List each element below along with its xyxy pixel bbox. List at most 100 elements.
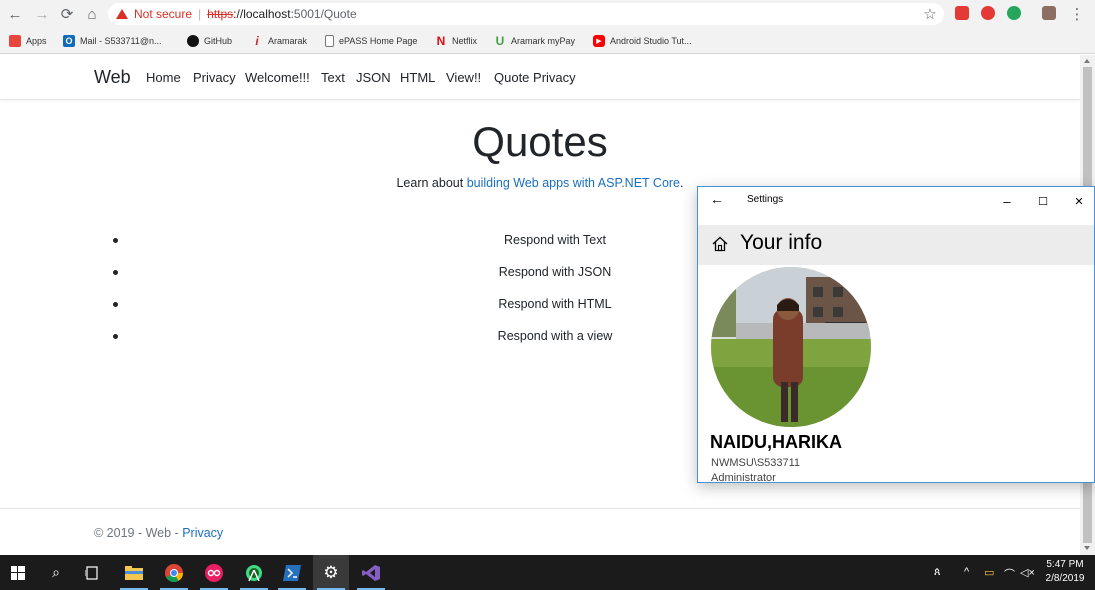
warning-icon bbox=[116, 9, 128, 19]
task-view-glyph bbox=[85, 565, 98, 580]
scroll-down-icon[interactable] bbox=[1084, 546, 1090, 550]
minimize-icon[interactable]: – bbox=[992, 190, 1022, 212]
search-icon[interactable]: ⌕ bbox=[38, 555, 74, 590]
url-host: localhost bbox=[243, 7, 291, 21]
url-path: :5001/Quote bbox=[290, 7, 357, 21]
nav-text[interactable]: Text bbox=[321, 70, 345, 85]
forward-icon[interactable]: → bbox=[32, 4, 52, 24]
oo-glyph bbox=[205, 563, 223, 582]
android-studio-icon[interactable] bbox=[236, 555, 272, 590]
home-icon[interactable]: ⌂ bbox=[82, 4, 102, 24]
bookmark-aramarak[interactable]: i Aramarak bbox=[251, 33, 307, 49]
netflix-icon: N bbox=[436, 34, 446, 48]
system-clock[interactable]: 5:47 PM 2/8/2019 bbox=[1040, 558, 1090, 586]
settings-heading: Your info bbox=[740, 231, 823, 254]
avatar-photo bbox=[711, 267, 871, 427]
browser-toolbar: ← → ⟳ ⌂ Not secure | https :// localhost… bbox=[0, 0, 1095, 29]
folder-glyph bbox=[125, 565, 143, 580]
windows-taskbar: ⌕ ⚙ ጰ ^ ▭ ⌒ ◁× 5:47 PM 2/8/2019 bbox=[0, 555, 1095, 590]
people-icon[interactable]: ጰ bbox=[934, 566, 941, 579]
battery-icon[interactable]: ▭ bbox=[984, 566, 994, 579]
menu-kebab-icon[interactable]: ⋮ bbox=[1067, 4, 1087, 24]
grammarly-icon[interactable] bbox=[1007, 6, 1021, 20]
close-icon[interactable]: × bbox=[1064, 190, 1094, 212]
maximize-icon[interactable]: ☐ bbox=[1028, 190, 1058, 212]
bookmark-label: Aramark myPay bbox=[511, 36, 576, 46]
settings-header: Your info bbox=[698, 225, 1094, 265]
site-navbar: Web Home Privacy Welcome!!! Text JSON HT… bbox=[0, 55, 1080, 100]
bookmark-github[interactable]: GitHub bbox=[187, 33, 232, 49]
nav-welcome[interactable]: Welcome!!! bbox=[245, 70, 310, 85]
github-icon bbox=[187, 35, 199, 47]
volume-icon[interactable]: ◁× bbox=[1020, 566, 1035, 579]
bookmark-star-icon[interactable]: ☆ bbox=[920, 4, 940, 24]
user-display-name: NAIDU,HARIKA bbox=[710, 432, 842, 452]
settings-icon[interactable]: ⚙ bbox=[313, 555, 349, 590]
clock-time: 5:47 PM bbox=[1046, 559, 1084, 570]
bookmark-apps[interactable]: Apps bbox=[9, 33, 47, 49]
bookmark-label: Apps bbox=[26, 36, 47, 46]
visual-studio-icon[interactable] bbox=[353, 555, 389, 590]
profile-avatar[interactable] bbox=[1042, 6, 1056, 20]
site-brand[interactable]: Web bbox=[94, 67, 131, 88]
url-separator: :// bbox=[233, 7, 244, 21]
page-title: Quotes bbox=[472, 118, 608, 165]
user-role: Administrator bbox=[711, 472, 776, 483]
list-bullet bbox=[113, 238, 118, 243]
nav-home[interactable]: Home bbox=[146, 70, 181, 85]
user-account-name: NWMSU\S533711 bbox=[711, 457, 801, 469]
subtitle-suffix: . bbox=[680, 176, 684, 190]
wifi-icon[interactable]: ⌒ bbox=[1004, 566, 1015, 582]
nav-view[interactable]: View!! bbox=[446, 70, 481, 85]
nav-html[interactable]: HTML bbox=[400, 70, 435, 85]
bookmark-label: Mail - S533711@n... bbox=[80, 36, 162, 46]
opera-extension-icon[interactable] bbox=[981, 6, 995, 20]
bookmark-label: Netflix bbox=[452, 36, 478, 46]
bookmark-label: GitHub bbox=[204, 36, 233, 46]
address-bar[interactable]: Not secure | https :// localhost :5001/Q… bbox=[108, 3, 944, 25]
bookmark-label: Android Studio Tut... bbox=[610, 36, 692, 46]
settings-window-title: Settings bbox=[747, 194, 784, 205]
file-explorer-icon[interactable] bbox=[116, 555, 152, 590]
chrome-glyph bbox=[165, 563, 183, 582]
youtube-icon: ▶ bbox=[593, 35, 605, 47]
subtitle-prefix: Learn about bbox=[396, 176, 467, 190]
footer-text: © 2019 - Web - Privacy bbox=[94, 526, 223, 540]
oo-app-icon[interactable] bbox=[196, 555, 232, 590]
nav-json[interactable]: JSON bbox=[356, 70, 391, 85]
user-avatar bbox=[711, 267, 871, 427]
chrome-icon[interactable] bbox=[156, 555, 192, 590]
site-footer: © 2019 - Web - Privacy bbox=[0, 508, 1080, 555]
bookmarks-bar: Apps O Mail - S533711@n... GitHub i Aram… bbox=[0, 29, 1095, 53]
clock-date: 2/8/2019 bbox=[1045, 573, 1085, 584]
android-studio-glyph bbox=[246, 564, 262, 581]
back-icon[interactable]: ← bbox=[5, 4, 25, 24]
windows-logo-icon bbox=[11, 565, 25, 580]
start-icon[interactable] bbox=[0, 555, 36, 590]
apps-grid-icon bbox=[9, 35, 21, 47]
settings-titlebar[interactable]: ← Settings – ☐ × bbox=[698, 187, 1094, 214]
nav-privacy[interactable]: Privacy bbox=[193, 70, 236, 85]
bookmark-netflix[interactable]: N Netflix bbox=[435, 33, 477, 49]
security-indicator[interactable]: Not secure bbox=[116, 7, 192, 21]
chevron-up-icon[interactable]: ^ bbox=[964, 566, 969, 578]
task-view-icon[interactable] bbox=[74, 555, 110, 590]
aspnet-link[interactable]: building Web apps with ASP.NET Core bbox=[467, 176, 680, 190]
scroll-up-icon[interactable] bbox=[1084, 59, 1090, 63]
powershell-glyph bbox=[283, 564, 301, 581]
bookmark-android-studio[interactable]: ▶ Android Studio Tut... bbox=[593, 33, 692, 49]
bookmark-mypay[interactable]: U Aramark myPay bbox=[494, 33, 575, 49]
bookmark-epass[interactable]: ePASS Home Page bbox=[325, 33, 417, 49]
list-bullet bbox=[113, 270, 118, 275]
back-arrow-icon[interactable]: ← bbox=[710, 191, 724, 207]
nav-quote-privacy[interactable]: Quote Privacy bbox=[494, 70, 576, 85]
visual-studio-glyph bbox=[362, 564, 380, 581]
bookmark-mail[interactable]: O Mail - S533711@n... bbox=[63, 33, 162, 49]
bookmark-label: Aramarak bbox=[268, 36, 308, 46]
bookmark-label: ePASS Home Page bbox=[339, 36, 418, 46]
extension-red-icon[interactable] bbox=[955, 6, 969, 20]
footer-privacy-link[interactable]: Privacy bbox=[182, 526, 223, 540]
home-outline-icon[interactable] bbox=[712, 236, 728, 252]
reload-icon[interactable]: ⟳ bbox=[57, 4, 77, 24]
powershell-icon[interactable] bbox=[274, 555, 310, 590]
